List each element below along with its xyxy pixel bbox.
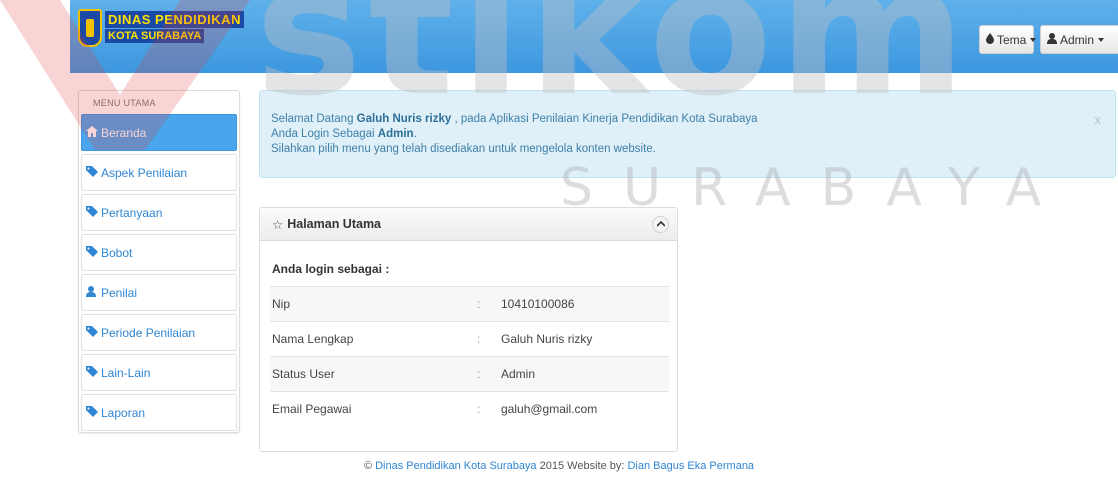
login-role: Admin bbox=[377, 128, 414, 140]
theme-button-label: Tema bbox=[997, 32, 1027, 47]
chevron-down-icon bbox=[1030, 37, 1037, 42]
row-separator: : bbox=[475, 321, 499, 357]
tint-icon bbox=[986, 32, 994, 47]
welcome-line: Selamat Datang Galuh Nuris rizky , pada … bbox=[271, 112, 1103, 127]
tags-icon bbox=[86, 165, 100, 180]
sidebar-item-beranda[interactable]: Beranda bbox=[81, 114, 237, 151]
sidebar-item-penilai[interactable]: Penilai bbox=[81, 274, 237, 311]
menu-header: MENU UTAMA bbox=[93, 98, 156, 108]
row-separator: : bbox=[475, 356, 499, 392]
sidebar-item-label: Aspek Penilaian bbox=[101, 165, 188, 180]
row-value: galuh@gmail.com bbox=[499, 391, 669, 427]
row-value: 10410100086 bbox=[499, 286, 669, 322]
row-value: Galuh Nuris rizky bbox=[499, 321, 669, 357]
sidebar-item-pertanyaan[interactable]: Pertanyaan bbox=[81, 194, 237, 231]
sidebar-item-aspek-penilaian[interactable]: Aspek Penilaian bbox=[81, 154, 237, 191]
row-label: Nip bbox=[270, 286, 475, 322]
tags-icon bbox=[86, 205, 100, 220]
logo-title: DINAS PENDIDIKAN bbox=[105, 11, 244, 28]
tags-icon bbox=[86, 325, 100, 340]
site-logo[interactable]: DINAS PENDIDIKAN KOTA SURABAYA bbox=[78, 9, 244, 47]
footer-org-link[interactable]: Dinas Pendidikan Kota Surabaya bbox=[375, 460, 536, 472]
greeting-user-name: Galuh Nuris rizky bbox=[356, 113, 452, 125]
panel-header: ☆ Halaman Utama bbox=[260, 208, 677, 241]
close-icon[interactable]: x bbox=[1095, 112, 1102, 127]
sidebar-item-laporan[interactable]: Laporan bbox=[81, 394, 237, 431]
logo-subtitle: KOTA SURABAYA bbox=[105, 29, 205, 43]
sidebar-item-label: Penilai bbox=[101, 285, 138, 300]
row-separator: : bbox=[475, 391, 499, 427]
table-row: Status User : Admin bbox=[270, 356, 669, 392]
welcome-alert: Selamat Datang Galuh Nuris rizky , pada … bbox=[259, 90, 1116, 178]
copyright-symbol: © bbox=[363, 460, 373, 472]
user-info-table: Nip : 10410100086 Nama Lengkap : Galuh N… bbox=[270, 286, 669, 427]
sidebar-item-bobot[interactable]: Bobot bbox=[81, 234, 237, 271]
home-icon bbox=[86, 125, 100, 140]
top-navbar: DINAS PENDIDIKAN KOTA SURABAYA Tema Admi… bbox=[70, 0, 1118, 73]
login-role-line: Anda Login Sebagai Admin. bbox=[271, 128, 417, 140]
sidebar-item-label: Periode Penilaian bbox=[101, 325, 196, 340]
logo-emblem-icon bbox=[78, 9, 102, 47]
row-value: Admin bbox=[499, 356, 669, 392]
home-panel: ☆ Halaman Utama Anda login sebagai : Nip… bbox=[259, 207, 678, 452]
user-dropdown-button[interactable]: Admin bbox=[1040, 25, 1118, 54]
greeting-suffix: , pada Aplikasi Penilaian Kinerja Pendid… bbox=[454, 113, 758, 125]
sidebar-item-label: Pertanyaan bbox=[101, 205, 163, 220]
panel-title: Halaman Utama bbox=[287, 217, 382, 231]
chevron-up-icon bbox=[655, 220, 666, 227]
tags-icon bbox=[86, 365, 100, 380]
table-row: Email Pegawai : galuh@gmail.com bbox=[270, 391, 669, 427]
footer-middle-text: 2015 Website by: bbox=[539, 460, 625, 472]
user-icon bbox=[86, 285, 100, 300]
login-info-heading: Anda login sebagai : bbox=[272, 262, 390, 276]
row-label: Nama Lengkap bbox=[270, 321, 475, 357]
page-footer: © Dinas Pendidikan Kota Surabaya 2015 We… bbox=[0, 460, 1118, 472]
tags-icon bbox=[86, 405, 100, 420]
row-label: Status User bbox=[270, 356, 475, 392]
star-icon: ☆ bbox=[272, 217, 284, 232]
sidebar-item-lain-lain[interactable]: Lain-Lain bbox=[81, 354, 237, 391]
instruction-line: Silahkan pilih menu yang telah disediaka… bbox=[271, 143, 656, 155]
sidebar-item-label: Beranda bbox=[101, 125, 147, 140]
sidebar-item-label: Laporan bbox=[101, 405, 146, 420]
row-label: Email Pegawai bbox=[270, 391, 475, 427]
user-button-label: Admin bbox=[1060, 32, 1095, 47]
sidebar-item-label: Bobot bbox=[101, 245, 133, 260]
sidebar-menu: MENU UTAMA Beranda Aspek Penilaian Perta… bbox=[78, 90, 240, 433]
theme-dropdown-button[interactable]: Tema bbox=[979, 25, 1037, 54]
login-prefix: Anda Login Sebagai bbox=[271, 128, 375, 140]
collapse-button[interactable] bbox=[652, 216, 669, 233]
user-icon bbox=[1047, 32, 1057, 47]
greeting-prefix: Selamat Datang bbox=[271, 113, 354, 125]
sidebar-item-periode-penilaian[interactable]: Periode Penilaian bbox=[81, 314, 237, 351]
tags-icon bbox=[86, 245, 100, 260]
chevron-down-icon bbox=[1098, 37, 1105, 42]
table-row: Nama Lengkap : Galuh Nuris rizky bbox=[270, 321, 669, 357]
row-separator: : bbox=[475, 286, 499, 322]
footer-author-link[interactable]: Dian Bagus Eka Permana bbox=[627, 460, 754, 472]
sidebar-item-label: Lain-Lain bbox=[101, 365, 151, 380]
table-row: Nip : 10410100086 bbox=[270, 286, 669, 322]
